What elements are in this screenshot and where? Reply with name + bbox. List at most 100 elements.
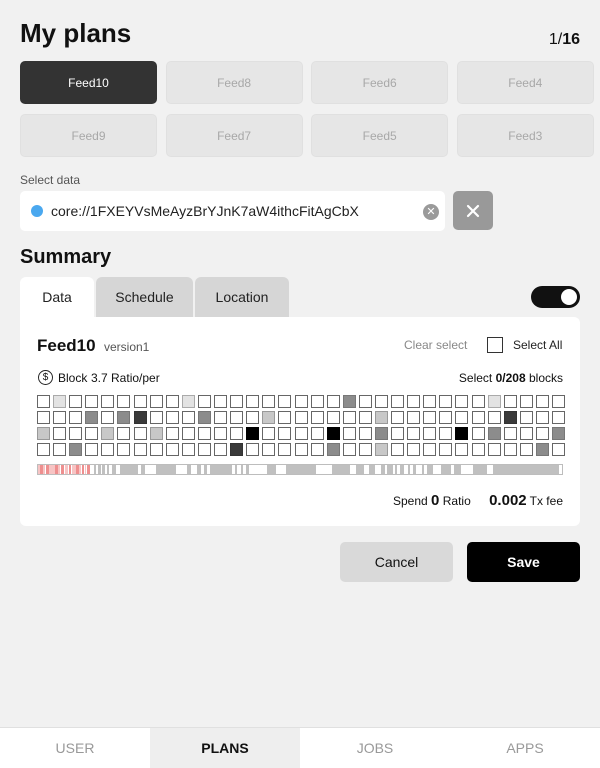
nav-item-plans[interactable]: PLANS: [150, 728, 300, 768]
tab-data[interactable]: Data: [20, 277, 94, 317]
block-cell[interactable]: [69, 411, 83, 424]
block-cell[interactable]: [53, 427, 67, 440]
block-cell[interactable]: [262, 395, 276, 408]
block-cell[interactable]: [310, 411, 324, 424]
summary-toggle[interactable]: [531, 286, 580, 308]
block-cell[interactable]: [117, 443, 131, 456]
block-cell[interactable]: [503, 427, 517, 440]
block-cell[interactable]: [149, 395, 163, 408]
block-cell[interactable]: [535, 411, 549, 424]
nav-item-user[interactable]: USER: [0, 728, 150, 768]
block-cell[interactable]: [230, 395, 244, 408]
block-cell[interactable]: [455, 411, 469, 424]
block-cell[interactable]: [165, 427, 179, 440]
block-cell[interactable]: [85, 411, 99, 424]
block-cell[interactable]: [439, 395, 453, 408]
block-cell[interactable]: [552, 395, 565, 408]
block-cell[interactable]: [181, 427, 195, 440]
block-cell[interactable]: [487, 443, 501, 456]
block-cell[interactable]: [342, 395, 356, 408]
block-cell[interactable]: [503, 443, 517, 456]
block-cell[interactable]: [117, 395, 131, 408]
block-cell[interactable]: [503, 411, 517, 424]
block-cell[interactable]: [149, 443, 163, 456]
block-cell[interactable]: [85, 395, 99, 408]
block-cell[interactable]: [455, 443, 469, 456]
tab-location[interactable]: Location: [195, 277, 289, 317]
block-cell[interactable]: [69, 443, 83, 456]
block-cell[interactable]: [37, 427, 50, 440]
block-cell[interactable]: [149, 411, 163, 424]
block-cell[interactable]: [535, 395, 549, 408]
block-cell[interactable]: [278, 443, 292, 456]
block-cell[interactable]: [262, 427, 276, 440]
block-cell[interactable]: [165, 395, 179, 408]
clear-select-link[interactable]: Clear select: [404, 338, 467, 352]
block-cell[interactable]: [391, 411, 405, 424]
block-cell[interactable]: [535, 427, 549, 440]
block-cell[interactable]: [552, 443, 565, 456]
block-cell[interactable]: [117, 427, 131, 440]
block-cell[interactable]: [342, 443, 356, 456]
block-cell[interactable]: [197, 427, 211, 440]
block-cell[interactable]: [423, 395, 437, 408]
block-cell[interactable]: [310, 443, 324, 456]
block-cell[interactable]: [294, 443, 308, 456]
feed-button[interactable]: Feed7: [165, 114, 303, 157]
nav-item-apps[interactable]: APPS: [450, 728, 600, 768]
block-cell[interactable]: [37, 443, 50, 456]
block-cell[interactable]: [149, 427, 163, 440]
feed-button[interactable]: Feed8: [165, 61, 303, 104]
block-cell[interactable]: [407, 427, 421, 440]
block-cell[interactable]: [487, 427, 501, 440]
block-cell[interactable]: [503, 395, 517, 408]
block-cell[interactable]: [278, 411, 292, 424]
data-select-input[interactable]: core://1FXEYVsMeAyzBrYJnK7aW4ithcFitAgCb…: [20, 191, 445, 231]
block-cell[interactable]: [53, 395, 67, 408]
block-cell[interactable]: [214, 427, 228, 440]
block-cell[interactable]: [358, 427, 372, 440]
block-cell[interactable]: [391, 443, 405, 456]
feed-button[interactable]: Feed10: [20, 61, 157, 104]
block-cell[interactable]: [487, 411, 501, 424]
block-cell[interactable]: [214, 411, 228, 424]
block-cell[interactable]: [117, 411, 131, 424]
block-cell[interactable]: [294, 411, 308, 424]
block-cell[interactable]: [439, 427, 453, 440]
block-cell[interactable]: [326, 443, 340, 456]
block-cell[interactable]: [53, 443, 67, 456]
block-cell[interactable]: [407, 395, 421, 408]
feed-button[interactable]: Feed9: [20, 114, 157, 157]
block-cell[interactable]: [326, 427, 340, 440]
block-cell[interactable]: [246, 411, 260, 424]
block-cell[interactable]: [101, 427, 115, 440]
block-cell[interactable]: [133, 411, 147, 424]
block-cell[interactable]: [310, 395, 324, 408]
block-cell[interactable]: [85, 443, 99, 456]
block-cell[interactable]: [133, 443, 147, 456]
block-cell[interactable]: [53, 411, 67, 424]
block-cell[interactable]: [552, 411, 565, 424]
block-cell[interactable]: [358, 411, 372, 424]
block-cell[interactable]: [358, 443, 372, 456]
block-cell[interactable]: [374, 443, 388, 456]
block-cell[interactable]: [214, 395, 228, 408]
block-cell[interactable]: [294, 395, 308, 408]
block-cell[interactable]: [423, 411, 437, 424]
block-cell[interactable]: [69, 395, 83, 408]
block-cell[interactable]: [423, 427, 437, 440]
block-cell[interactable]: [374, 427, 388, 440]
block-cell[interactable]: [85, 427, 99, 440]
block-cell[interactable]: [133, 395, 147, 408]
block-cell[interactable]: [455, 395, 469, 408]
block-cell[interactable]: [262, 443, 276, 456]
block-cell[interactable]: [326, 411, 340, 424]
block-cell[interactable]: [471, 427, 485, 440]
select-all-checkbox[interactable]: [487, 337, 503, 353]
feed-button[interactable]: Feed4: [456, 61, 594, 104]
block-cell[interactable]: [471, 411, 485, 424]
block-cell[interactable]: [262, 411, 276, 424]
block-cell[interactable]: [69, 427, 83, 440]
block-cell[interactable]: [165, 443, 179, 456]
block-cell[interactable]: [101, 411, 115, 424]
